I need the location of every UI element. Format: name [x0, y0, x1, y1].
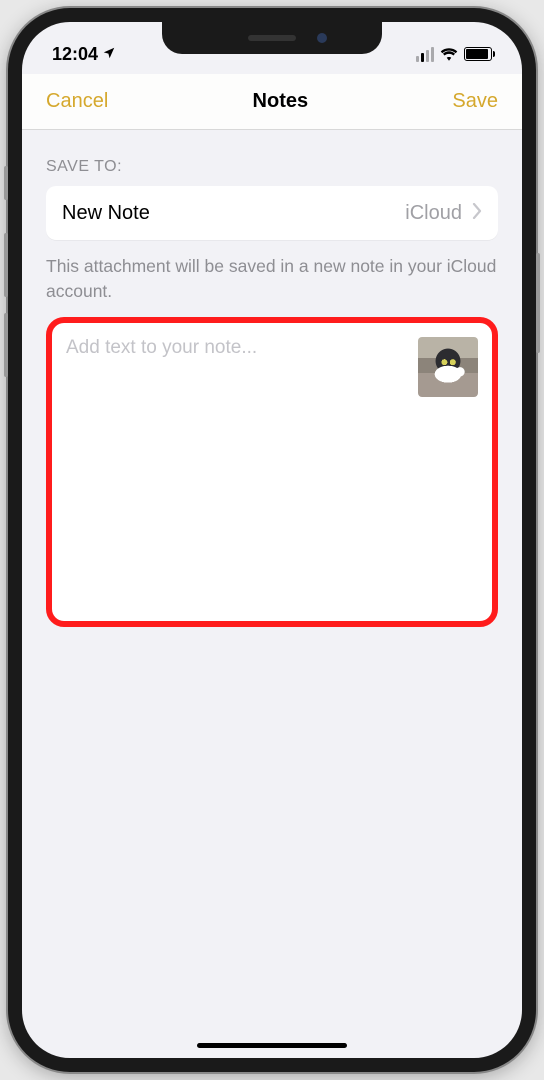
attachment-thumbnail[interactable] [418, 337, 478, 397]
clock: 12:04 [52, 44, 98, 65]
destination-account-wrap: iCloud [405, 202, 482, 225]
attachment-image [418, 337, 478, 397]
mute-switch[interactable] [4, 166, 8, 200]
chevron-right-icon [472, 202, 482, 225]
content: SAVE TO: New Note iCloud This attachment… [22, 130, 522, 627]
front-camera [317, 33, 327, 43]
battery-icon [464, 47, 492, 61]
status-right [416, 47, 492, 62]
save-to-label: SAVE TO: [46, 158, 498, 176]
destination-row[interactable]: New Note iCloud [46, 186, 498, 240]
cancel-button[interactable]: Cancel [46, 90, 108, 113]
destination-name: New Note [62, 202, 150, 225]
note-input-area[interactable]: Add text to your note... [46, 317, 498, 627]
screen: 12:04 Cancel Notes Save SAVE TO: [22, 22, 522, 1058]
speaker [248, 35, 296, 41]
volume-down-button[interactable] [4, 313, 8, 377]
wifi-icon [440, 47, 458, 61]
home-indicator[interactable] [197, 1043, 347, 1048]
cellular-icon [416, 47, 434, 62]
notch [162, 22, 382, 54]
page-title: Notes [253, 90, 309, 113]
note-placeholder: Add text to your note... [66, 337, 478, 359]
location-icon [102, 44, 116, 65]
help-text: This attachment will be saved in a new n… [46, 254, 498, 303]
nav-bar: Cancel Notes Save [22, 74, 522, 130]
status-left: 12:04 [52, 44, 116, 65]
power-button[interactable] [536, 253, 540, 353]
save-button[interactable]: Save [452, 90, 498, 113]
phone-frame: 12:04 Cancel Notes Save SAVE TO: [8, 8, 536, 1072]
destination-account: iCloud [405, 202, 462, 225]
volume-up-button[interactable] [4, 233, 8, 297]
